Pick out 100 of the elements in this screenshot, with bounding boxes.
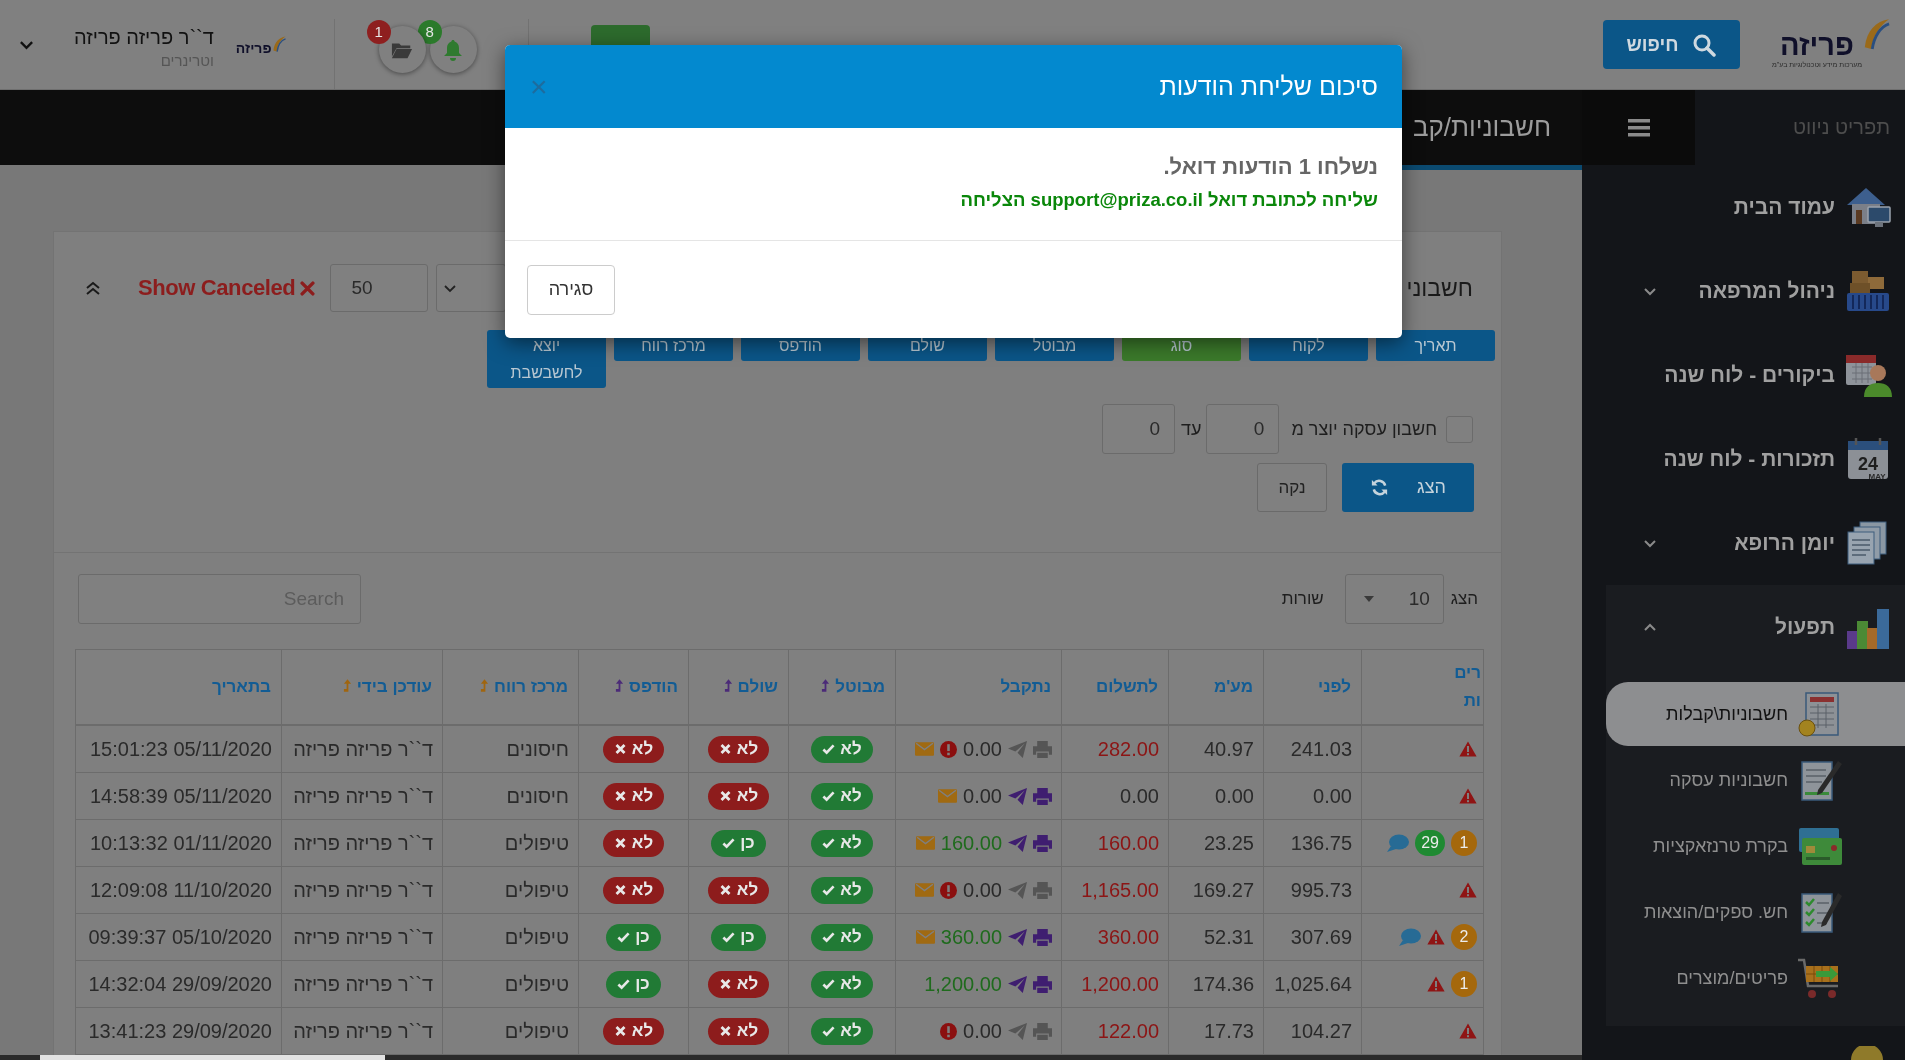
warning-icon xyxy=(1459,1023,1477,1039)
status-text: לא xyxy=(736,786,759,806)
paper-plane-icon[interactable] xyxy=(1008,834,1027,852)
cross-icon xyxy=(613,1025,627,1037)
caret-down-icon xyxy=(1363,596,1374,602)
chevrons-up-icon[interactable] xyxy=(85,280,101,296)
sort-icon[interactable] xyxy=(821,678,831,693)
table-cell: טיפולים xyxy=(442,1007,579,1055)
warning-icon xyxy=(1427,929,1445,945)
submenu-item[interactable]: חשבוניות\קבלות xyxy=(1606,682,1905,746)
status-text: לא xyxy=(631,880,654,900)
menu-item[interactable]: ניהול המרפאה xyxy=(1582,249,1905,333)
cross-icon xyxy=(613,743,627,755)
range-from-field[interactable]: 0 xyxy=(1206,404,1280,454)
column-header: בתאריך xyxy=(211,677,271,696)
panel-title: חשבוני xyxy=(1406,274,1473,302)
check-icon xyxy=(822,837,836,849)
table-cell: ד``ר פריזה פריזה xyxy=(281,725,443,773)
menu-item[interactable]: עמוד הבית xyxy=(1582,165,1905,249)
table-cell: 1,200.00 xyxy=(1061,960,1169,1008)
rows-per-page-select[interactable]: 10 xyxy=(1344,574,1444,624)
check-icon xyxy=(822,1025,836,1037)
table-cell: 14:58:39 05/11/2020 xyxy=(75,772,282,820)
paper-plane-icon[interactable] xyxy=(1008,740,1027,758)
table-cell: 10:13:32 01/11/2020 xyxy=(75,819,282,867)
status-text: כן xyxy=(740,833,755,853)
check-icon xyxy=(822,884,836,896)
calendar-month: MAY xyxy=(1868,471,1886,481)
search-button[interactable]: חיפוש xyxy=(1602,20,1740,69)
chevron-down-icon[interactable] xyxy=(19,39,34,50)
printer-icon[interactable] xyxy=(1033,787,1052,805)
show-canceled-toggle[interactable]: Show Canceled xyxy=(138,275,316,301)
printer-icon[interactable] xyxy=(1033,928,1052,946)
calendar-icon xyxy=(1848,436,1888,479)
table-cell: 282.00 xyxy=(1061,725,1169,773)
show-button[interactable]: הצג xyxy=(1342,463,1474,512)
table-cell: טיפולים xyxy=(442,960,579,1008)
check-icon xyxy=(822,978,836,990)
status-text: לא xyxy=(840,833,862,853)
table-cell: 0.00 xyxy=(1061,772,1169,820)
user-name: ד``ר פריזה פריזה xyxy=(74,26,214,49)
printer-icon[interactable] xyxy=(1033,975,1052,993)
table-cell: טיפולים xyxy=(442,866,579,914)
table-cell: 1,025.64 xyxy=(1263,960,1362,1008)
submenu-item[interactable]: חש. ספקים/הוצאות xyxy=(1606,880,1905,944)
status-text: לא xyxy=(840,1021,862,1041)
menu-item[interactable]: ביקורים - לוח שנה xyxy=(1582,333,1905,417)
check-icon xyxy=(722,931,736,943)
page-size-field[interactable]: 50 xyxy=(330,264,429,312)
dropdown-field[interactable] xyxy=(436,264,507,312)
paper-plane-icon[interactable] xyxy=(1008,975,1027,993)
paper-plane-icon[interactable] xyxy=(1008,928,1027,946)
bell-icon xyxy=(442,38,465,61)
range-label: חשבון עסקה יוצר מ xyxy=(1291,418,1437,440)
sort-icon[interactable] xyxy=(615,678,625,693)
menu-item[interactable]: יומן הרופא xyxy=(1582,501,1905,585)
table-cell: 122.00 xyxy=(1061,1007,1169,1055)
column-header: לפני xyxy=(1318,677,1351,696)
printer-icon[interactable] xyxy=(1033,834,1052,852)
table-cell: 13:41:23 29/09/2020 xyxy=(75,1007,282,1055)
speech-bubble-icon xyxy=(1387,834,1410,852)
clear-button[interactable]: נקה xyxy=(1257,463,1327,512)
submenu-item[interactable]: פריטים/מוצרים xyxy=(1606,946,1905,1010)
count-badge: 1 xyxy=(1451,971,1477,997)
amount-text: 0.00 xyxy=(963,878,1002,902)
table-cell: חיסונים xyxy=(442,725,579,773)
menu-item[interactable]: תפעול xyxy=(1606,585,1905,669)
check-icon xyxy=(822,743,836,755)
table-cell: 241.03 xyxy=(1263,725,1362,773)
close-dialog-button[interactable]: סגירה xyxy=(527,264,615,315)
amount-text: 0.00 xyxy=(963,737,1002,761)
status-text: כן xyxy=(635,974,650,994)
paper-plane-icon[interactable] xyxy=(1008,1022,1027,1040)
printer-icon[interactable] xyxy=(1033,1022,1052,1040)
printer-icon[interactable] xyxy=(1033,881,1052,899)
submenu-item[interactable]: חשבוניות עסקה xyxy=(1606,748,1905,812)
status-text: לא xyxy=(840,739,862,759)
count-badge: 1 xyxy=(366,20,391,44)
scrollbar-thumb[interactable] xyxy=(40,1055,385,1060)
logo-text: פריזה xyxy=(1779,31,1854,61)
status-text: לא xyxy=(631,833,654,853)
table-cell: 0.00 xyxy=(1263,772,1362,820)
horizontal-scrollbar[interactable] xyxy=(0,1055,1582,1060)
status-text: לא xyxy=(840,786,862,806)
table-cell: 1,165.00 xyxy=(1061,866,1169,914)
cross-icon xyxy=(613,790,627,802)
submenu-item[interactable]: בקרת טרנזאקציות xyxy=(1606,814,1905,878)
paper-plane-icon[interactable] xyxy=(1008,787,1027,805)
search-icon xyxy=(1692,32,1717,57)
paper-plane-icon[interactable] xyxy=(1008,881,1027,899)
table-cell: 15:01:23 05/11/2020 xyxy=(75,725,282,773)
sidebar-heading: תפריט ניווט xyxy=(1792,116,1891,139)
printer-icon[interactable] xyxy=(1033,740,1052,758)
column-toggle-button[interactable]: תאריך xyxy=(1376,330,1495,361)
sort-icon[interactable] xyxy=(723,678,733,693)
check-icon xyxy=(822,790,836,802)
menu-button[interactable] xyxy=(1582,90,1695,165)
status-text: לא xyxy=(840,927,862,947)
table-cell: ד``ר פריזה פריזה xyxy=(281,960,443,1008)
range-to-field[interactable]: 0 xyxy=(1102,404,1175,454)
